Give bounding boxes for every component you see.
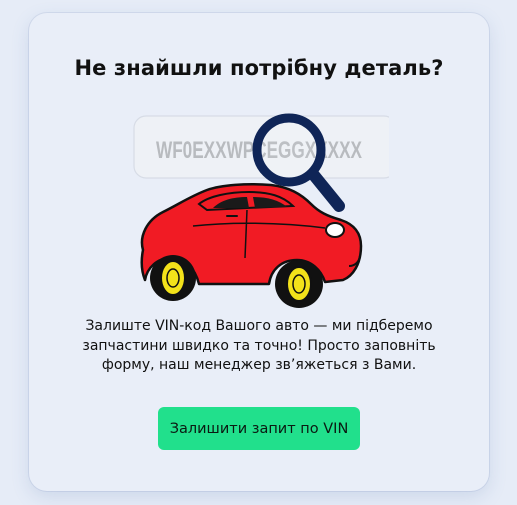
card-description: Залиште VIN-код Вашого авто — ми підбере… [82,318,436,373]
vin-request-card: Не знайшли потрібну деталь? WF0EXXWPCEGG… [29,13,489,491]
vin-search-illustration: WF0EXXWPCEGGXXXXX [133,113,389,308]
car-illustration [140,182,363,308]
rear-wheel [150,255,196,301]
front-wheel [275,260,323,308]
card-title: Не знайшли потрібну деталь? [74,56,444,80]
vin-request-button[interactable]: Залишити запит по VIN [158,407,360,450]
